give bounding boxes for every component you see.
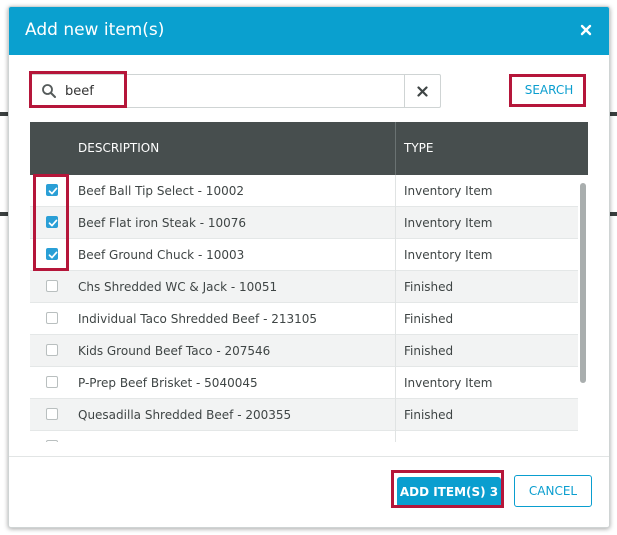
- row-checkbox[interactable]: [46, 440, 58, 442]
- row-checkbox[interactable]: [46, 248, 58, 260]
- column-divider: [395, 271, 396, 303]
- column-divider: [395, 239, 396, 271]
- cell-description: Chs Shredded WC & Jack - 10051: [78, 280, 278, 294]
- table-row[interactable]: Beef Flat iron Steak - 10076 Inventory It…: [30, 207, 578, 239]
- row-checkbox[interactable]: [46, 312, 58, 324]
- close-icon[interactable]: [575, 19, 597, 41]
- header-divider: [395, 122, 396, 175]
- check-icon: [48, 187, 58, 195]
- column-divider: [395, 399, 396, 431]
- row-checkbox[interactable]: [46, 280, 58, 292]
- row-checkbox[interactable]: [46, 376, 58, 388]
- table-row[interactable]: Beef Ball Tip Select - 10002 Inventory It…: [30, 175, 578, 207]
- cell-description: P-Prep Beef Brisket - 5040045: [78, 376, 258, 390]
- table-row[interactable]: Chs Shredded WC & Jack - 10051 Finished: [30, 271, 578, 303]
- search-button[interactable]: SEARCH: [514, 79, 584, 101]
- table-row[interactable]: Beef Ground Chuck - 10003 Inventory Item: [30, 239, 578, 271]
- cell-description: Beef Ball Tip Select - 10002: [78, 184, 244, 198]
- items-table: DESCRIPTION TYPE Beef Ball Tip Select - …: [30, 122, 588, 442]
- add-items-dialog: Add new item(s) SEARCH DESCRIPTION: [8, 6, 610, 528]
- row-checkbox[interactable]: [46, 344, 58, 356]
- cell-type: Inventory Item: [404, 216, 493, 230]
- row-checkbox[interactable]: [46, 408, 58, 420]
- search-box: [30, 74, 441, 108]
- table-row[interactable]: Kids Ground Beef Taco - 207546 Finished: [30, 335, 578, 367]
- cell-type: Inventory Item: [404, 376, 493, 390]
- row-checkbox[interactable]: [46, 216, 58, 228]
- column-header-type: TYPE: [404, 141, 434, 155]
- row-checkbox[interactable]: [46, 184, 58, 196]
- column-divider: [395, 303, 396, 335]
- table-header: DESCRIPTION TYPE: [30, 122, 588, 175]
- cell-description: Individual Taco Shredded Beef - 213105: [78, 312, 318, 326]
- cell-type: Finished: [404, 408, 454, 422]
- table-row[interactable]: Quesadilla Shredded Beef - 200355 Finishe…: [30, 399, 578, 431]
- table-row[interactable]: Individual Taco Shredded Beef - 213105 Fi…: [30, 303, 578, 335]
- table-body: Beef Ball Tip Select - 10002 Inventory It…: [30, 175, 578, 442]
- column-divider: [395, 207, 396, 239]
- search-icon: [41, 83, 57, 99]
- cell-type: Finished: [404, 280, 454, 294]
- table-row[interactable]: P-Prep Beef Brisket - 5040045 Inventory I…: [30, 367, 578, 399]
- check-icon: [48, 251, 58, 259]
- column-divider: [395, 431, 396, 442]
- cell-description: Beef Ground Chuck - 10003: [78, 248, 245, 262]
- clear-icon: [417, 86, 428, 97]
- table-row[interactable]: [30, 431, 578, 442]
- add-items-button[interactable]: ADD ITEM(S) 3: [397, 477, 501, 507]
- clear-search-button[interactable]: [404, 75, 440, 107]
- column-divider: [395, 175, 396, 207]
- dialog-title: Add new item(s): [25, 20, 165, 40]
- cell-type: Inventory Item: [404, 184, 493, 198]
- cell-type: Inventory Item: [404, 248, 493, 262]
- check-icon: [48, 219, 58, 227]
- cell-description: Kids Ground Beef Taco - 207546: [78, 344, 271, 358]
- footer-divider: [9, 456, 609, 457]
- column-header-description: DESCRIPTION: [78, 141, 160, 155]
- cell-description: Quesadilla Shredded Beef - 200355: [78, 408, 292, 422]
- scrollbar-thumb[interactable]: [580, 183, 586, 383]
- column-divider: [395, 335, 396, 367]
- search-input[interactable]: [65, 79, 385, 103]
- cell-type: Finished: [404, 312, 454, 326]
- cancel-button[interactable]: CANCEL: [514, 475, 592, 507]
- column-divider: [395, 367, 396, 399]
- cell-type: Finished: [404, 344, 454, 358]
- dialog-header: Add new item(s): [9, 7, 609, 55]
- scrollbar[interactable]: [578, 175, 588, 442]
- cell-description: Beef Flat iron Steak - 10076: [78, 216, 247, 230]
